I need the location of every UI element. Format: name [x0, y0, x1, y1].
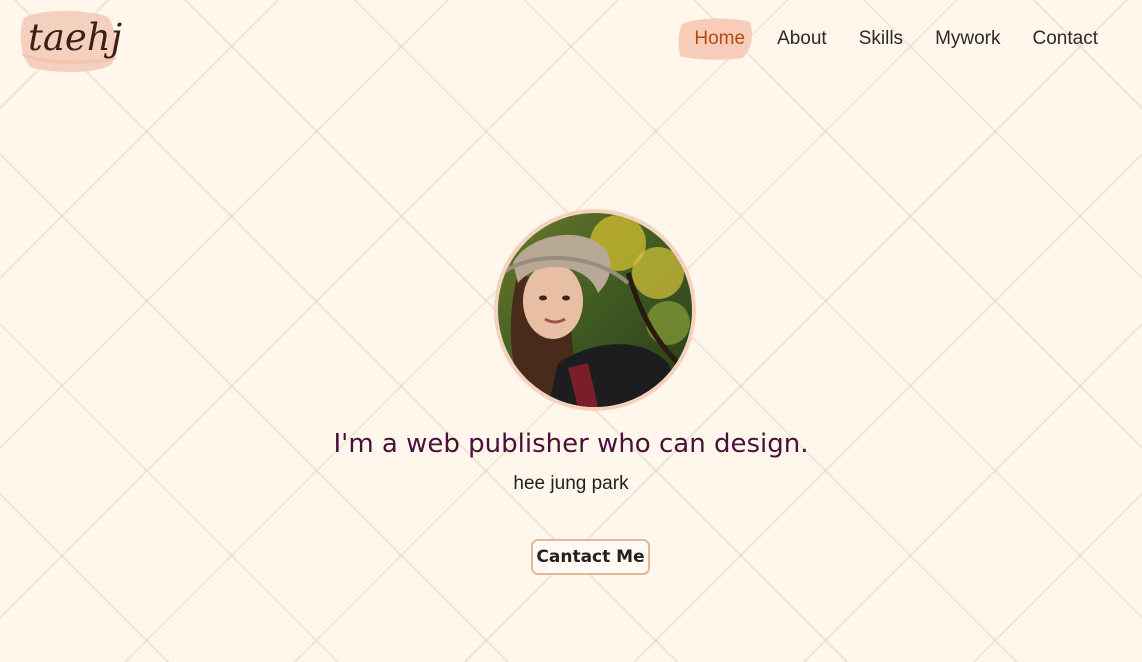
nav-label-about: About: [777, 28, 827, 49]
nav-item-about[interactable]: About: [761, 18, 843, 60]
logo-text: taehj: [28, 16, 123, 59]
site-header: taehj Home About Skills Mywork Contact: [0, 0, 1142, 80]
nav-item-contact[interactable]: Contact: [1017, 18, 1114, 60]
nav-label-mywork: Mywork: [935, 28, 1001, 49]
nav-label-contact: Contact: [1032, 28, 1098, 49]
nav-item-skills[interactable]: Skills: [843, 18, 919, 60]
hero-name: hee jung park: [513, 473, 629, 494]
page: taehj Home About Skills Mywork Contact I…: [0, 0, 1142, 662]
nav-item-home[interactable]: Home: [678, 18, 761, 60]
hero-headline: I'm a web publisher who can design.: [333, 429, 809, 459]
logo[interactable]: taehj: [18, 8, 122, 76]
contact-me-button[interactable]: Cantact Me: [531, 539, 650, 575]
main-nav: Home About Skills Mywork Contact: [678, 18, 1114, 60]
nav-label-home: Home: [694, 28, 746, 49]
profile-photo-icon: [498, 213, 692, 407]
profile-avatar: [494, 209, 696, 411]
nav-item-mywork[interactable]: Mywork: [919, 18, 1016, 60]
nav-label-skills: Skills: [858, 28, 904, 49]
